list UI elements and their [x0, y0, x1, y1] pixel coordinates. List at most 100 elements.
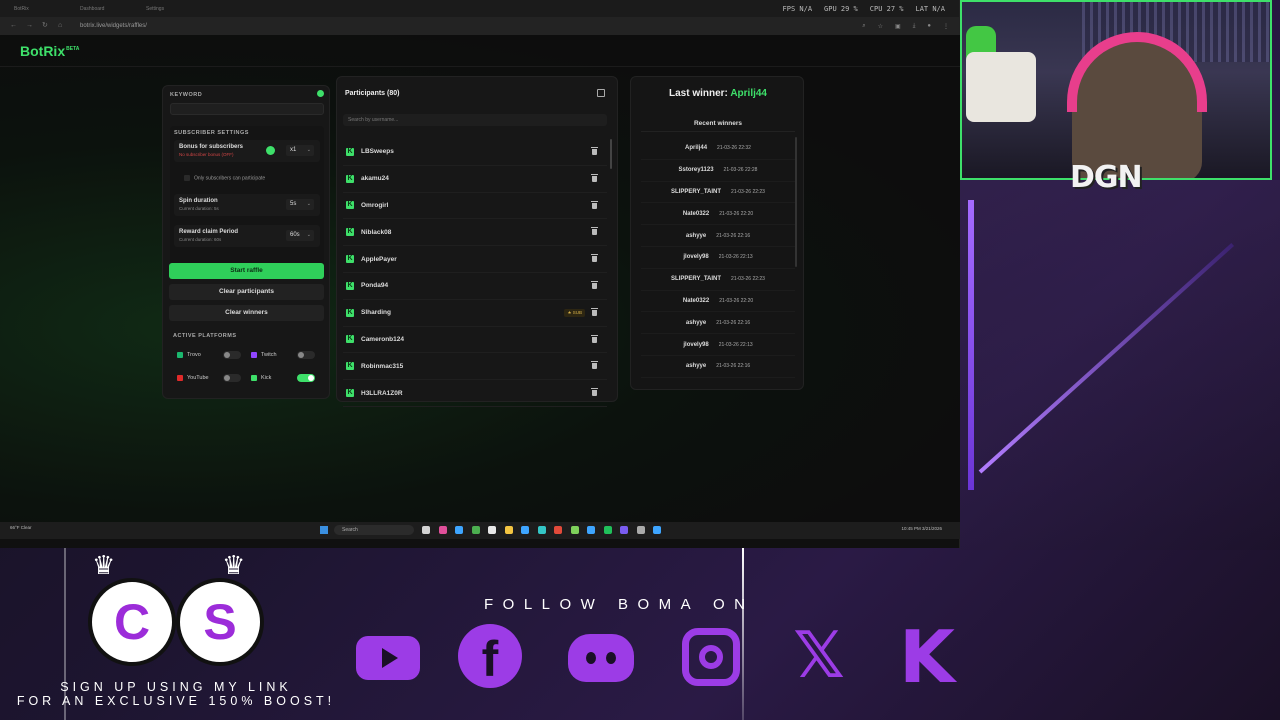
fps-readout: FPS N/A: [782, 4, 813, 13]
participants-title: Participants (80): [345, 90, 400, 97]
spin-select[interactable]: 5s ⌄: [286, 199, 314, 210]
spin-value: 5s: [290, 201, 297, 207]
taskbar-app-icon[interactable]: [504, 526, 513, 534]
taskbar-app-icon[interactable]: [636, 526, 645, 534]
participant-row: K Robinmac315: [343, 353, 607, 381]
scrollbar[interactable]: [610, 139, 612, 169]
youtube-toggle[interactable]: [223, 374, 241, 382]
webcam-pillow: [966, 52, 1036, 122]
copy-icon[interactable]: [597, 89, 605, 97]
start-raffle-button[interactable]: Start raffle: [169, 263, 324, 279]
info-icon[interactable]: [266, 146, 275, 155]
kick-icon: K: [346, 255, 354, 264]
bonus-setting-row: Bonus for subscribers No subscriber bonu…: [174, 140, 320, 162]
youtube-icon: [352, 622, 422, 690]
weather-widget[interactable]: 66°F Clear: [10, 525, 32, 530]
beta-badge: BETA: [66, 45, 80, 52]
taskbar-app-icon[interactable]: [438, 526, 447, 534]
recent-winners-list: Aprilj44 21-03-26 22:32 Sstorey1123 21-03-2…: [641, 138, 795, 378]
taskbar-app-icon[interactable]: [653, 526, 661, 534]
reward-claim-row: Reward claim Period Current duration: 60…: [174, 225, 320, 247]
kick-toggle[interactable]: [297, 374, 315, 382]
trash-icon[interactable]: [591, 200, 598, 209]
taskbar-app-icon[interactable]: [537, 526, 546, 534]
forward-icon[interactable]: →: [26, 22, 34, 30]
bookmark-star-icon[interactable]: ☆: [878, 23, 883, 30]
clear-participants-button[interactable]: Clear participants: [169, 284, 324, 300]
webcam-tag: DGN: [1070, 160, 1143, 195]
last-winner-name: Aprilj44: [730, 88, 767, 99]
platform-twitch: Twitch: [251, 348, 323, 362]
taskbar-app-icon[interactable]: [603, 526, 612, 534]
taskbar-app-icon[interactable]: [471, 526, 480, 534]
trash-icon[interactable]: [591, 388, 598, 397]
winner-date: 21-03-26 22:16: [716, 363, 751, 370]
browser-tab[interactable]: Settings: [140, 3, 200, 15]
scrollbar[interactable]: [795, 137, 797, 267]
zoom-icon[interactable]: ⌕: [862, 23, 865, 30]
only-subscribers-option[interactable]: Only subscribers can participate: [174, 175, 320, 187]
taskbar-app-icon[interactable]: [587, 526, 595, 534]
home-icon[interactable]: ⌂: [58, 22, 66, 30]
participant-name: Slharding: [361, 309, 391, 317]
taskbar-app-icon[interactable]: [488, 526, 496, 534]
winner-date: 21-03-26 22:13: [718, 341, 753, 348]
reward-subtitle: Current duration: 60s: [179, 237, 222, 242]
active-platforms-label: ACTIVE PLATFORMS: [173, 333, 237, 339]
winner-name: SLIPPERY_TAINT: [671, 188, 722, 195]
trash-icon[interactable]: [591, 334, 598, 343]
last-winner: Last winner: Aprilj44: [631, 88, 805, 99]
participant-name: Cameronb124: [361, 335, 404, 343]
menu-icon[interactable]: ⋮: [943, 23, 949, 30]
x-icon: 𝕏: [793, 619, 845, 693]
participant-name: ApplePayer: [361, 255, 397, 263]
browser-tab-bar: BotRix Dashboard Settings FPS N/A GPU 29…: [0, 0, 959, 17]
winner-date: 21-03-26 22:32: [717, 145, 751, 152]
botrix-logo[interactable]: BotRixBETA: [20, 43, 79, 59]
twitch-toggle[interactable]: [297, 351, 315, 359]
extensions-icon[interactable]: ▣: [895, 23, 901, 30]
keyword-input[interactable]: [170, 103, 324, 115]
taskbar-app-icon[interactable]: [422, 526, 430, 534]
browser-tab[interactable]: BotRix: [8, 3, 68, 15]
participant-row: Kakamu24: [343, 166, 607, 193]
trash-icon[interactable]: [591, 254, 598, 263]
trash-icon[interactable]: [591, 147, 598, 155]
trash-icon[interactable]: [591, 361, 598, 370]
system-tray[interactable]: 10:45 PM 3/21/2026: [901, 526, 942, 531]
participant-search-input[interactable]: Search by username...: [343, 114, 607, 126]
taskbar-search[interactable]: Search: [334, 525, 414, 535]
taskbar-app-icon[interactable]: [521, 526, 529, 534]
back-icon[interactable]: ←: [10, 22, 18, 30]
keyword-label: KEYWORD: [170, 92, 203, 98]
browser-tab[interactable]: Dashboard: [74, 3, 134, 15]
trovo-toggle[interactable]: [223, 351, 241, 359]
bonus-select[interactable]: x1 ⌄: [286, 145, 314, 156]
reload-icon[interactable]: ↻: [42, 22, 50, 30]
kick-icon: K: [346, 308, 354, 317]
taskbar-app-icon[interactable]: [570, 526, 579, 534]
windows-taskbar: 66°F Clear Search 10:45 PM 3/21/2026: [0, 522, 960, 539]
trash-icon[interactable]: [591, 173, 598, 182]
trash-icon[interactable]: [591, 227, 598, 236]
url-field[interactable]: botrix.live/widgets/raffles/: [80, 23, 147, 29]
clear-winners-button[interactable]: Clear winners: [169, 305, 324, 321]
taskbar-app-icon[interactable]: [620, 526, 628, 534]
participant-name: Ponda94: [361, 282, 389, 290]
recent-winners-title: Recent winners: [641, 116, 795, 132]
address-bar-icons: ⌕ ☆ ▣ ⤓ ● ⋮: [862, 23, 949, 30]
winner-row: ashyye 21-03-26 22:16: [641, 356, 795, 378]
downloads-icon[interactable]: ⤓: [913, 23, 916, 30]
taskbar-app-icon[interactable]: [554, 526, 562, 534]
windows-start-icon[interactable]: [320, 526, 328, 534]
trash-icon[interactable]: [591, 307, 598, 316]
checkbox[interactable]: [184, 175, 190, 181]
participant-row: K Niblack08: [343, 219, 607, 247]
participants-panel: Participants (80) Search by username... …: [336, 76, 618, 407]
info-icon[interactable]: [317, 90, 324, 97]
trash-icon[interactable]: [591, 280, 598, 289]
platform-kick: Kick: [251, 371, 323, 385]
reward-select[interactable]: 60s ⌄: [286, 230, 314, 241]
taskbar-app-icon[interactable]: [455, 526, 463, 534]
profile-icon[interactable]: ●: [927, 23, 931, 30]
